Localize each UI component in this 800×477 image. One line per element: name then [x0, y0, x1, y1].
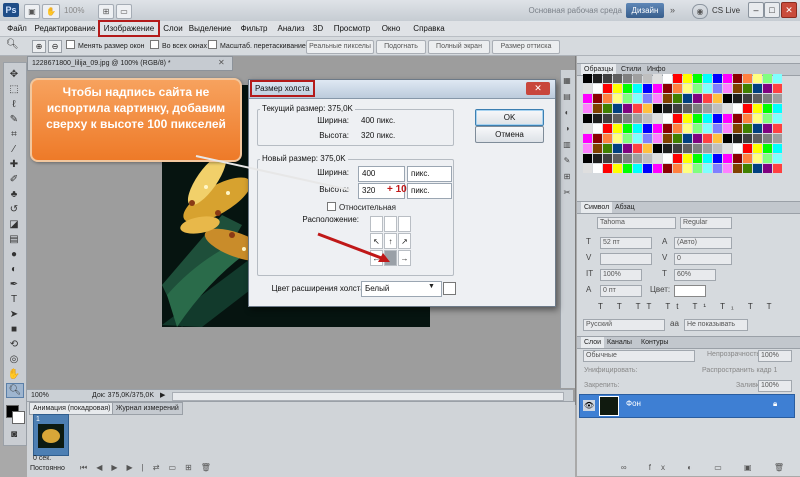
annotation-arrows: [195, 155, 390, 262]
callout-pointer-line: [195, 155, 351, 191]
anchor-pointer-arrow: [317, 232, 385, 261]
